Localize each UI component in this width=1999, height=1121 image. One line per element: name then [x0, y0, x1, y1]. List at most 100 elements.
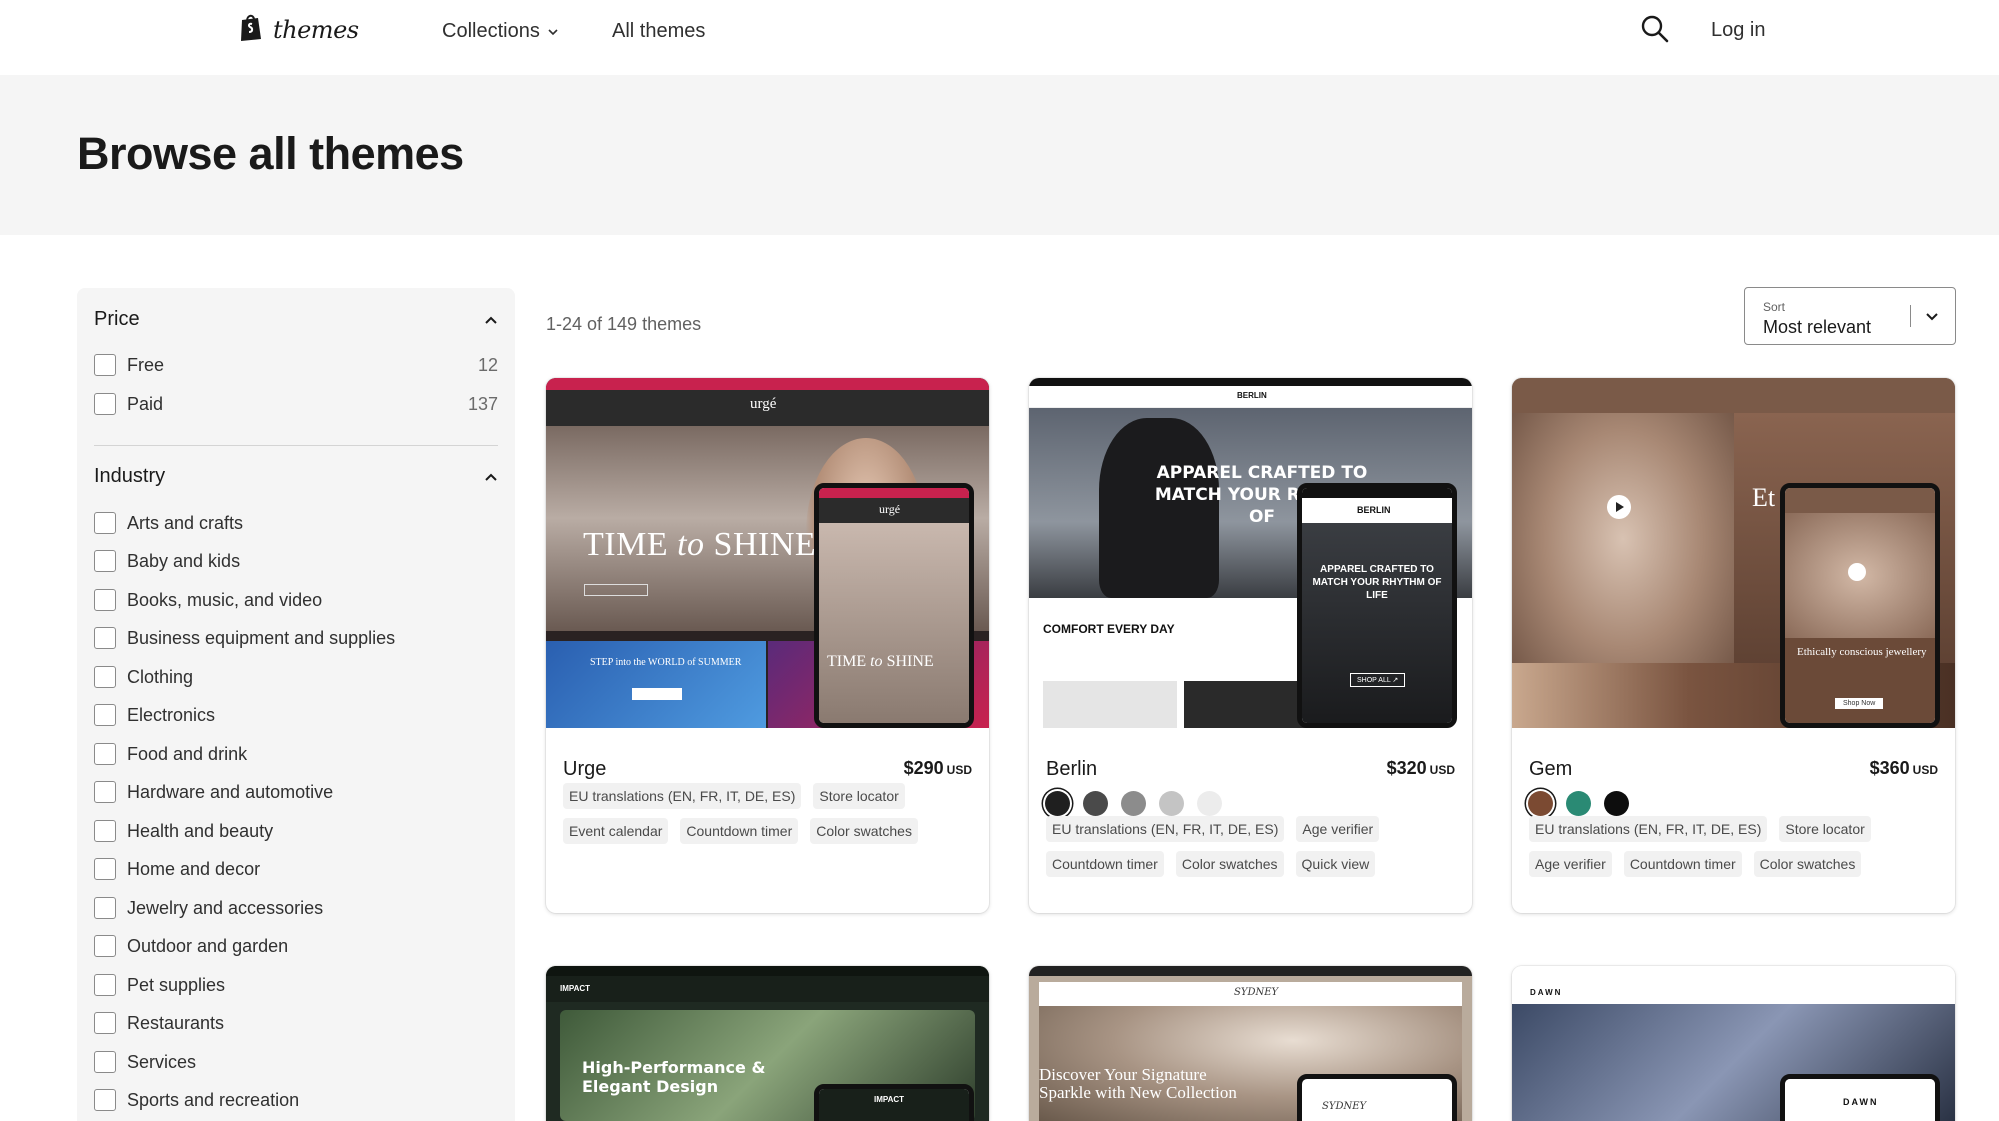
feature-tag: Store locator	[813, 783, 905, 809]
feature-tag: EU translations (EN, FR, IT, DE, ES)	[1046, 816, 1285, 842]
mobile-header: SYDNEY	[1302, 1091, 1452, 1121]
filter-option-industry[interactable]: Home and decor	[94, 856, 498, 882]
theme-card-berlin[interactable]: BERLIN APPAREL CRAFTED TO MATCH YOUR RHY…	[1029, 378, 1472, 913]
filter-option-label: Jewelry and accessories	[127, 897, 324, 918]
filters-sidebar: Price Free 12 Paid 137 Industry Arts and…	[77, 288, 515, 1121]
checkbox[interactable]	[94, 1089, 116, 1111]
filter-option-industry[interactable]: Business equipment and supplies	[94, 625, 498, 651]
mobile-hero: APPAREL CRAFTED TO MATCH YOUR RHYTHM OF …	[1302, 523, 1452, 723]
color-swatch[interactable]	[1045, 791, 1070, 816]
checkbox[interactable]	[94, 820, 116, 842]
sort-select[interactable]: Sort Most relevant	[1744, 287, 1956, 345]
preview-brand: SYDNEY	[1234, 987, 1279, 998]
filter-option-industry[interactable]: Clothing	[94, 664, 498, 690]
preview-header: IMPACT	[546, 976, 989, 1002]
theme-card-impact[interactable]: IMPACT High-Performance & Elegant Design…	[546, 966, 989, 1121]
color-swatch[interactable]	[1604, 791, 1629, 816]
checkbox[interactable]	[94, 704, 116, 726]
filter-option-paid[interactable]: Paid 137	[94, 391, 498, 417]
feature-tag: Color swatches	[810, 818, 918, 844]
industry-filter-title: Industry	[94, 465, 166, 487]
filter-option-industry[interactable]: Jewelry and accessories	[94, 895, 498, 921]
checkbox[interactable]	[94, 974, 116, 996]
filter-option-industry[interactable]: Hardware and automotive	[94, 779, 498, 805]
preview-mobile-mockup: Ethically conscious jewellery Shop Now	[1780, 483, 1940, 728]
filter-option-label: Arts and crafts	[127, 512, 244, 533]
results-count: 1-24 of 149 themes	[546, 314, 702, 334]
checkbox[interactable]	[94, 550, 116, 572]
preview-brand: DAWN	[1530, 988, 1563, 997]
checkbox[interactable]	[94, 743, 116, 765]
industry-filter-toggle[interactable]: Industry	[94, 465, 498, 488]
theme-preview-image: urgé TIME to SHINE STEP into the WORLD o…	[546, 378, 989, 728]
login-link[interactable]: Log in	[1711, 19, 1766, 42]
price-filter-toggle[interactable]: Price	[94, 308, 498, 331]
preview-hero-photo	[1512, 413, 1734, 693]
mobile-header	[1785, 488, 1935, 513]
preview-header: SYDNEY	[1039, 982, 1462, 1006]
filter-option-free[interactable]: Free 12	[94, 352, 498, 378]
preview-promo-text: STEP into the WORLD of SUMMER	[590, 657, 742, 668]
sort-divider	[1910, 305, 1911, 327]
filter-option-industry[interactable]: Health and beauty	[94, 818, 498, 844]
feature-tag: Color swatches	[1753, 851, 1862, 877]
color-swatch[interactable]	[1121, 791, 1146, 816]
filter-option-industry[interactable]: Outdoor and garden	[94, 933, 498, 959]
checkbox[interactable]	[94, 781, 116, 803]
checkbox[interactable]	[94, 666, 116, 688]
theme-preview-image: DAWN DAWN	[1512, 966, 1955, 1121]
checkbox[interactable]	[94, 354, 116, 376]
checkbox[interactable]	[94, 1012, 116, 1034]
checkbox[interactable]	[94, 512, 116, 534]
filter-option-industry[interactable]: Sports and recreation	[94, 1087, 498, 1113]
nav-collections-dropdown[interactable]: Collections	[442, 20, 558, 43]
theme-feature-tags: EU translations (EN, FR, IT, DE, ES) Age…	[1046, 816, 1456, 877]
preview-headline: TIME to SHINE	[583, 526, 817, 563]
preview-mobile-mockup: SYDNEY	[1297, 1074, 1457, 1121]
chevron-up-icon	[485, 316, 497, 324]
checkbox[interactable]	[94, 627, 116, 649]
mobile-header: urgé	[819, 498, 969, 523]
preview-header	[1512, 378, 1955, 413]
mobile-hero	[1785, 513, 1935, 638]
filter-option-industry[interactable]: Pet supplies	[94, 972, 498, 998]
preview-header: urgé	[546, 390, 989, 426]
filter-option-industry[interactable]: Baby and kids	[94, 548, 498, 574]
filter-option-industry[interactable]: Restaurants	[94, 1010, 498, 1036]
feature-tag: Countdown timer	[1623, 851, 1742, 877]
preview-mobile-mockup: DAWN	[1780, 1074, 1940, 1121]
checkbox[interactable]	[94, 1051, 116, 1073]
preview-mobile-mockup: IMPACT	[814, 1084, 974, 1121]
filter-option-industry[interactable]: Arts and crafts	[94, 510, 498, 536]
shopify-themes-logo[interactable]: themes	[238, 12, 359, 47]
filter-option-industry[interactable]: Services	[94, 1049, 498, 1075]
color-swatch[interactable]	[1566, 791, 1591, 816]
color-swatch[interactable]	[1083, 791, 1108, 816]
checkbox[interactable]	[94, 897, 116, 919]
checkbox[interactable]	[94, 393, 116, 415]
mobile-headline: TIME to SHINE	[827, 653, 934, 670]
mobile-header: IMPACT	[819, 1089, 969, 1121]
filter-option-label: Electronics	[127, 704, 216, 725]
checkbox[interactable]	[94, 858, 116, 880]
color-swatch[interactable]	[1197, 791, 1222, 816]
theme-card-sydney[interactable]: SYDNEY Discover Your Signature Sparkle w…	[1029, 966, 1472, 1121]
theme-card-urge[interactable]: urgé TIME to SHINE STEP into the WORLD o…	[546, 378, 989, 913]
checkbox[interactable]	[94, 935, 116, 957]
color-swatch[interactable]	[1528, 791, 1553, 816]
chevron-up-icon	[485, 473, 497, 481]
color-swatch[interactable]	[1159, 791, 1184, 816]
filter-option-industry[interactable]: Electronics	[94, 702, 498, 728]
nav-all-themes-link[interactable]: All themes	[612, 20, 705, 43]
logo-text: themes	[273, 15, 359, 44]
chevron-down-icon	[1926, 313, 1938, 321]
checkbox[interactable]	[94, 589, 116, 611]
filter-option-industry[interactable]: Food and drink	[94, 741, 498, 767]
search-button[interactable]	[1640, 14, 1670, 44]
filter-option-industry[interactable]: Books, music, and video	[94, 587, 498, 613]
theme-card-dawn[interactable]: DAWN DAWN	[1512, 966, 1955, 1121]
theme-card-gem[interactable]: Et jev Ethically conscious jewellery Sho…	[1512, 378, 1955, 913]
feature-tag: Age verifier	[1296, 816, 1380, 842]
feature-tag: Color swatches	[1175, 851, 1284, 877]
preview-brand: IMPACT	[560, 984, 591, 993]
